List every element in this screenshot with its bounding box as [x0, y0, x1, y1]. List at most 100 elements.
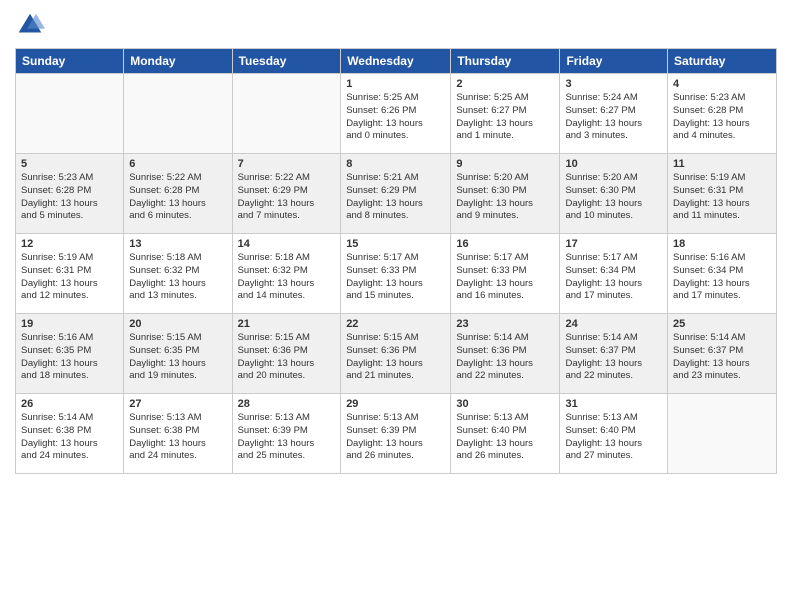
calendar-day-cell: 31 Sunrise: 5:13 AM Sunset: 6:40 PM Dayli…: [560, 394, 668, 474]
day-number: 20: [129, 318, 226, 330]
calendar-day-cell: 29Sunrise: 5:13 AM Sunset: 6:39 PM Dayli…: [341, 394, 451, 474]
calendar-week-row: 5 Sunrise: 5:23 AM Sunset: 6:28 PM Daylig…: [16, 154, 777, 234]
calendar-day-cell: 23 Sunrise: 5:14 AM Sunset: 6:36 PM Dayli…: [451, 314, 560, 394]
col-header-tuesday: Tuesday: [232, 49, 341, 74]
col-header-saturday: Saturday: [668, 49, 777, 74]
calendar-day-cell: 15 Sunrise: 5:17 AM Sunset: 6:33 PM Dayli…: [341, 234, 451, 314]
calendar-day-cell: 21 Sunrise: 5:15 AM Sunset: 6:36 PM Dayli…: [232, 314, 341, 394]
calendar-table: SundayMondayTuesdayWednesdayThursdayFrid…: [15, 48, 777, 474]
calendar-week-row: 19Sunrise: 5:16 AM Sunset: 6:35 PM Dayli…: [16, 314, 777, 394]
calendar-day-cell: 6Sunrise: 5:22 AM Sunset: 6:28 PM Daylig…: [124, 154, 232, 234]
page: SundayMondayTuesdayWednesdayThursdayFrid…: [0, 0, 792, 612]
day-info: Sunrise: 5:19 AM Sunset: 6:31 PM Dayligh…: [673, 172, 771, 223]
day-info: Sunrise: 5:13 AM Sunset: 6:40 PM Dayligh…: [456, 412, 554, 463]
day-info: Sunrise: 5:14 AM Sunset: 6:37 PM Dayligh…: [673, 332, 771, 383]
day-info: Sunrise: 5:14 AM Sunset: 6:36 PM Dayligh…: [456, 332, 554, 383]
calendar-week-row: 1 Sunrise: 5:25 AM Sunset: 6:26 PM Daylig…: [16, 74, 777, 154]
calendar-day-cell: 2 Sunrise: 5:25 AM Sunset: 6:27 PM Daylig…: [451, 74, 560, 154]
day-number: 25: [673, 318, 771, 330]
day-info: Sunrise: 5:25 AM Sunset: 6:27 PM Dayligh…: [456, 92, 554, 143]
calendar-day-cell: 9Sunrise: 5:20 AM Sunset: 6:30 PM Daylig…: [451, 154, 560, 234]
day-number: 5: [21, 158, 118, 170]
day-info: Sunrise: 5:17 AM Sunset: 6:33 PM Dayligh…: [346, 252, 445, 303]
day-info: Sunrise: 5:14 AM Sunset: 6:38 PM Dayligh…: [21, 412, 118, 463]
calendar-day-cell: 28Sunrise: 5:13 AM Sunset: 6:39 PM Dayli…: [232, 394, 341, 474]
col-header-sunday: Sunday: [16, 49, 124, 74]
calendar-day-cell: 18 Sunrise: 5:16 AM Sunset: 6:34 PM Dayli…: [668, 234, 777, 314]
calendar-day-cell: [668, 394, 777, 474]
day-number: 13: [129, 238, 226, 250]
calendar-day-cell: [124, 74, 232, 154]
day-info: Sunrise: 5:16 AM Sunset: 6:35 PM Dayligh…: [21, 332, 118, 383]
calendar-day-cell: 26 Sunrise: 5:14 AM Sunset: 6:38 PM Dayli…: [16, 394, 124, 474]
day-info: Sunrise: 5:13 AM Sunset: 6:39 PM Dayligh…: [346, 412, 445, 463]
calendar-day-cell: 5 Sunrise: 5:23 AM Sunset: 6:28 PM Daylig…: [16, 154, 124, 234]
day-info: Sunrise: 5:17 AM Sunset: 6:33 PM Dayligh…: [456, 252, 554, 303]
day-info: Sunrise: 5:14 AM Sunset: 6:37 PM Dayligh…: [565, 332, 662, 383]
calendar-day-cell: 14 Sunrise: 5:18 AM Sunset: 6:32 PM Dayli…: [232, 234, 341, 314]
day-info: Sunrise: 5:21 AM Sunset: 6:29 PM Dayligh…: [346, 172, 445, 223]
day-number: 8: [346, 158, 445, 170]
calendar-day-cell: 19Sunrise: 5:16 AM Sunset: 6:35 PM Dayli…: [16, 314, 124, 394]
day-info: Sunrise: 5:20 AM Sunset: 6:30 PM Dayligh…: [565, 172, 662, 223]
day-number: 24: [565, 318, 662, 330]
col-header-thursday: Thursday: [451, 49, 560, 74]
day-number: 4: [673, 78, 771, 90]
calendar-day-cell: 13 Sunrise: 5:18 AM Sunset: 6:32 PM Dayli…: [124, 234, 232, 314]
logo-icon: [15, 10, 45, 40]
day-number: 28: [238, 398, 336, 410]
calendar-week-row: 12 Sunrise: 5:19 AM Sunset: 6:31 PM Dayli…: [16, 234, 777, 314]
day-number: 2: [456, 78, 554, 90]
day-info: Sunrise: 5:15 AM Sunset: 6:36 PM Dayligh…: [346, 332, 445, 383]
header: [15, 10, 777, 40]
calendar-day-cell: 12 Sunrise: 5:19 AM Sunset: 6:31 PM Dayli…: [16, 234, 124, 314]
day-number: 21: [238, 318, 336, 330]
calendar-day-cell: 24 Sunrise: 5:14 AM Sunset: 6:37 PM Dayli…: [560, 314, 668, 394]
calendar-day-cell: 17 Sunrise: 5:17 AM Sunset: 6:34 PM Dayli…: [560, 234, 668, 314]
day-number: 1: [346, 78, 445, 90]
calendar-day-cell: 11 Sunrise: 5:19 AM Sunset: 6:31 PM Dayli…: [668, 154, 777, 234]
day-number: 3: [565, 78, 662, 90]
day-info: Sunrise: 5:15 AM Sunset: 6:36 PM Dayligh…: [238, 332, 336, 383]
day-info: Sunrise: 5:18 AM Sunset: 6:32 PM Dayligh…: [129, 252, 226, 303]
day-number: 7: [238, 158, 336, 170]
col-header-monday: Monday: [124, 49, 232, 74]
calendar-day-cell: 4 Sunrise: 5:23 AM Sunset: 6:28 PM Daylig…: [668, 74, 777, 154]
day-number: 31: [565, 398, 662, 410]
calendar-day-cell: 16 Sunrise: 5:17 AM Sunset: 6:33 PM Dayli…: [451, 234, 560, 314]
day-number: 10: [565, 158, 662, 170]
day-number: 17: [565, 238, 662, 250]
day-info: Sunrise: 5:22 AM Sunset: 6:29 PM Dayligh…: [238, 172, 336, 223]
day-number: 27: [129, 398, 226, 410]
calendar-day-cell: 7 Sunrise: 5:22 AM Sunset: 6:29 PM Daylig…: [232, 154, 341, 234]
day-number: 30: [456, 398, 554, 410]
day-info: Sunrise: 5:20 AM Sunset: 6:30 PM Dayligh…: [456, 172, 554, 223]
day-info: Sunrise: 5:17 AM Sunset: 6:34 PM Dayligh…: [565, 252, 662, 303]
day-info: Sunrise: 5:13 AM Sunset: 6:38 PM Dayligh…: [129, 412, 226, 463]
calendar-day-cell: 25 Sunrise: 5:14 AM Sunset: 6:37 PM Dayli…: [668, 314, 777, 394]
col-header-wednesday: Wednesday: [341, 49, 451, 74]
day-info: Sunrise: 5:24 AM Sunset: 6:27 PM Dayligh…: [565, 92, 662, 143]
day-number: 22: [346, 318, 445, 330]
day-info: Sunrise: 5:18 AM Sunset: 6:32 PM Dayligh…: [238, 252, 336, 303]
calendar-week-row: 26 Sunrise: 5:14 AM Sunset: 6:38 PM Dayli…: [16, 394, 777, 474]
day-info: Sunrise: 5:13 AM Sunset: 6:40 PM Dayligh…: [565, 412, 662, 463]
day-number: 14: [238, 238, 336, 250]
day-info: Sunrise: 5:22 AM Sunset: 6:28 PM Dayligh…: [129, 172, 226, 223]
day-number: 15: [346, 238, 445, 250]
day-number: 18: [673, 238, 771, 250]
day-info: Sunrise: 5:23 AM Sunset: 6:28 PM Dayligh…: [673, 92, 771, 143]
day-number: 12: [21, 238, 118, 250]
day-info: Sunrise: 5:23 AM Sunset: 6:28 PM Dayligh…: [21, 172, 118, 223]
day-number: 16: [456, 238, 554, 250]
logo: [15, 10, 49, 40]
day-info: Sunrise: 5:19 AM Sunset: 6:31 PM Dayligh…: [21, 252, 118, 303]
day-info: Sunrise: 5:16 AM Sunset: 6:34 PM Dayligh…: [673, 252, 771, 303]
day-info: Sunrise: 5:25 AM Sunset: 6:26 PM Dayligh…: [346, 92, 445, 143]
day-number: 23: [456, 318, 554, 330]
calendar-day-cell: [232, 74, 341, 154]
day-number: 11: [673, 158, 771, 170]
calendar-day-cell: [16, 74, 124, 154]
calendar-day-cell: 30 Sunrise: 5:13 AM Sunset: 6:40 PM Dayli…: [451, 394, 560, 474]
day-number: 26: [21, 398, 118, 410]
